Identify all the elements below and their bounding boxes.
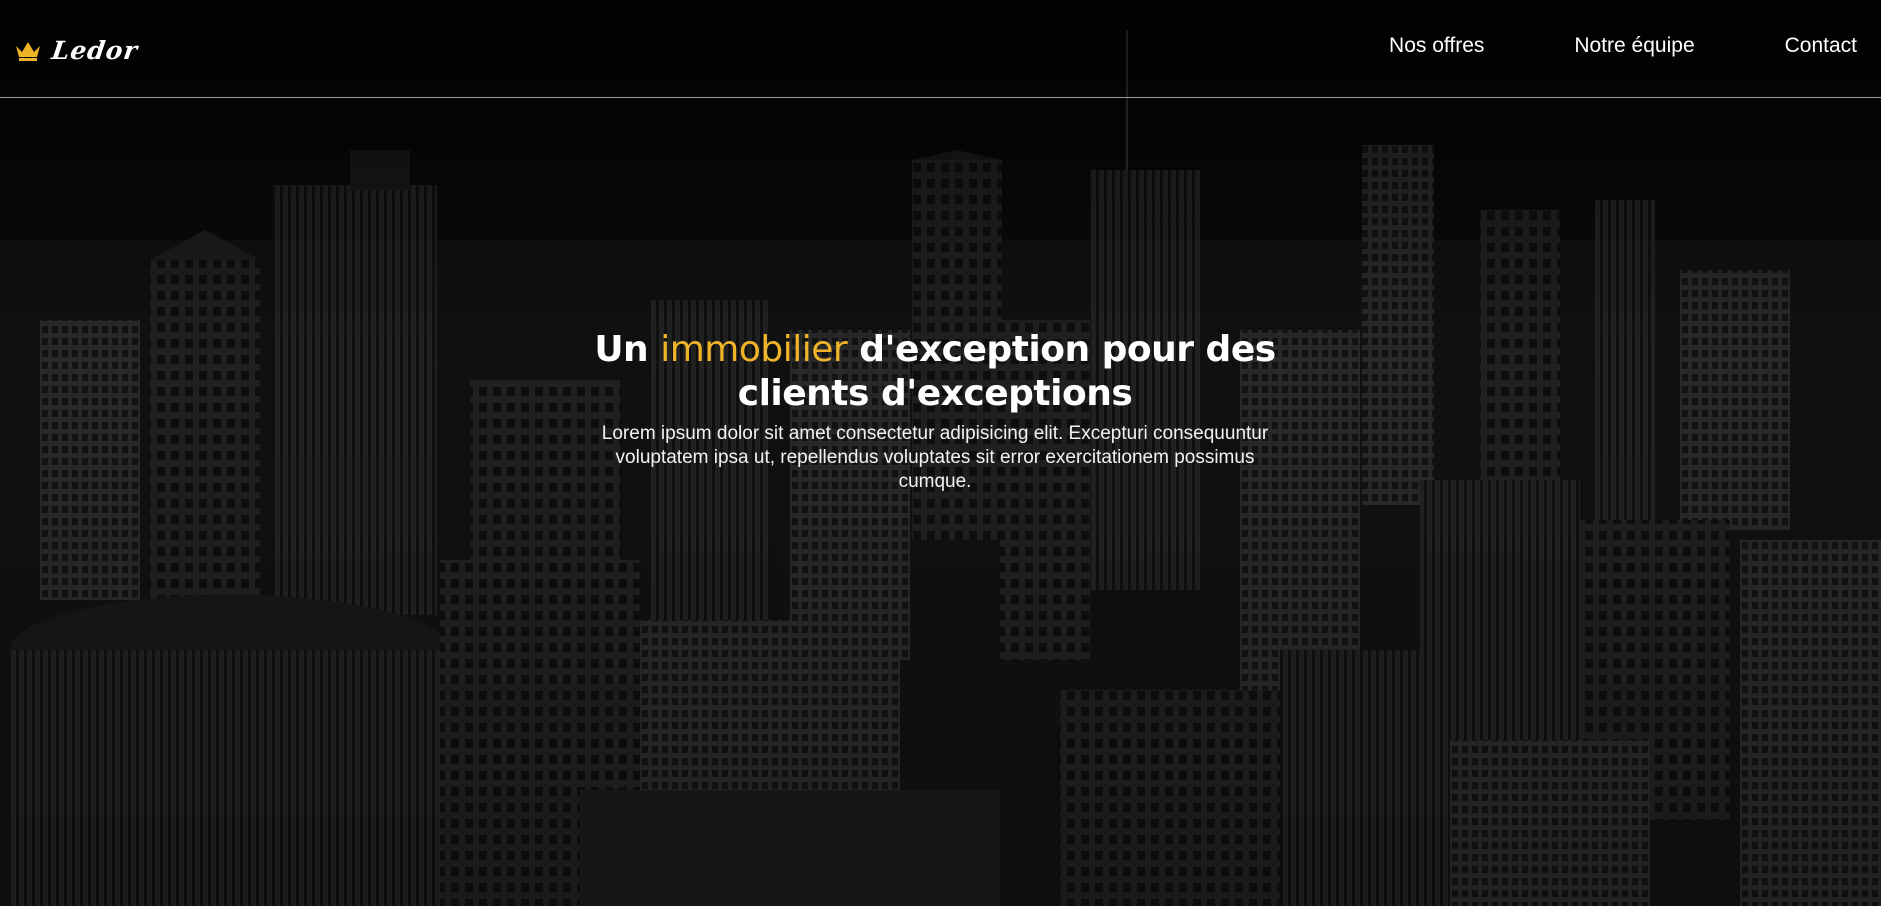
hero-title: Un immobilier d'exception pour des clien… (590, 328, 1280, 416)
nav-link-notre-equipe[interactable]: Notre équipe (1574, 34, 1694, 58)
hero-section: Un immobilier d'exception pour des clien… (590, 328, 1280, 494)
hero-title-accent: immobilier (660, 329, 848, 370)
nav-link-nos-offres[interactable]: Nos offres (1389, 34, 1484, 58)
crown-icon (14, 40, 42, 62)
hero-description: Lorem ipsum dolor sit amet consectetur a… (601, 423, 1269, 492)
logo-link[interactable]: Ledor (14, 36, 140, 65)
main-nav: Nos offres Notre équipe Contact (1389, 34, 1857, 58)
logo-text: Ledor (49, 36, 140, 65)
site-header: Ledor Nos offres Notre équipe Contact (0, 0, 1881, 98)
nav-link-contact[interactable]: Contact (1785, 34, 1857, 58)
hero-title-part1: Un (594, 329, 661, 370)
